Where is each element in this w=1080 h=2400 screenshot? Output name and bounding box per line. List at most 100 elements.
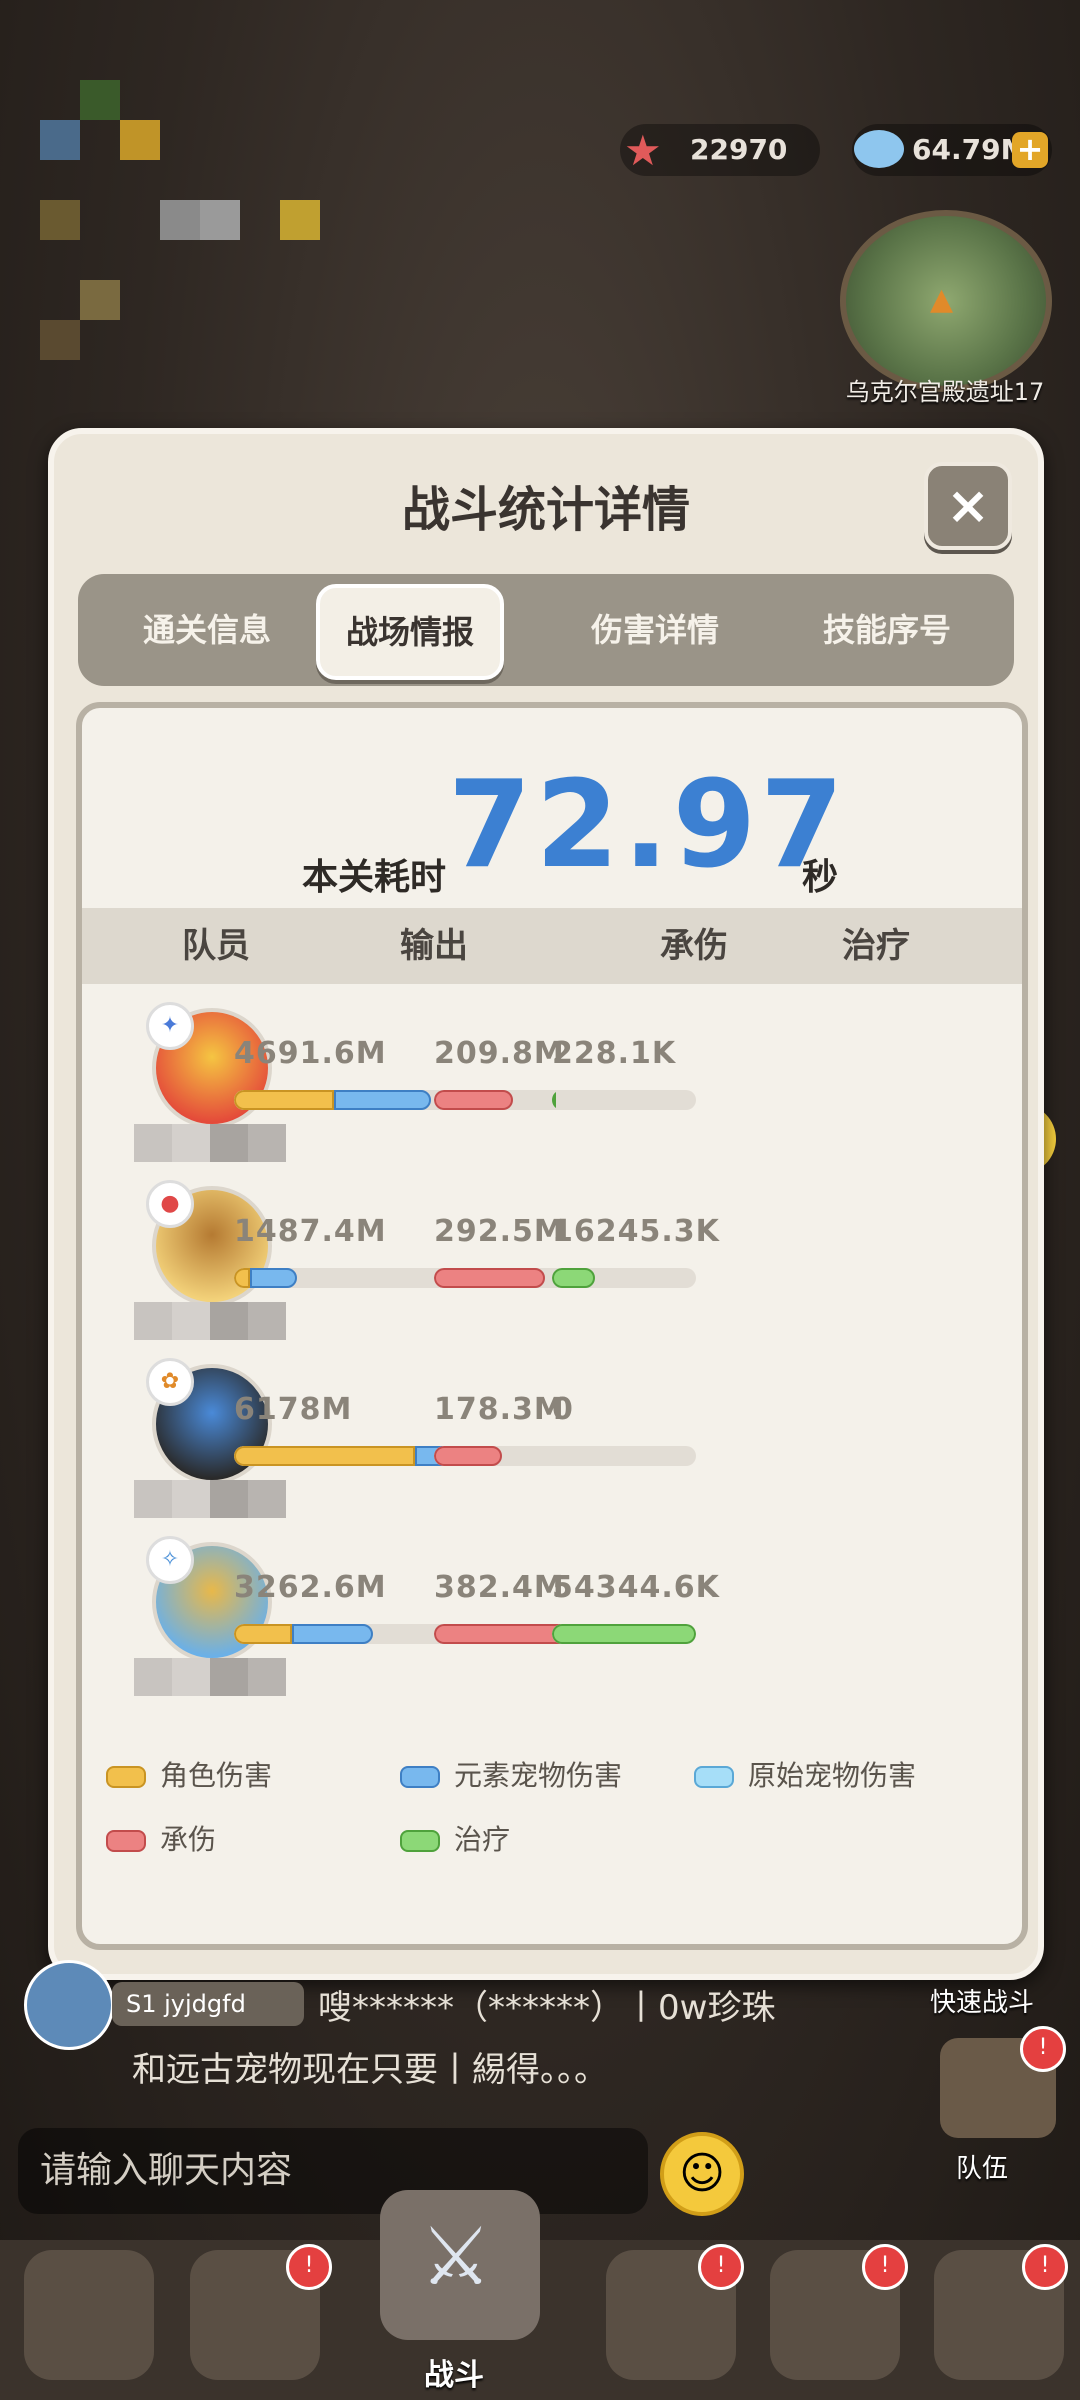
pixelated-member-name: [134, 1480, 286, 1518]
legend-element-pet-damage: 元素宠物伤害: [400, 1754, 622, 1794]
location-marker-icon: ▲: [930, 282, 954, 317]
legend-heal: 治疗: [400, 1818, 510, 1858]
output-value: 4691.6M: [234, 1036, 387, 1071]
heal-swatch: [400, 1830, 440, 1852]
output-value: 6178M: [234, 1392, 353, 1427]
emoji-button[interactable]: ☺: [660, 2132, 744, 2216]
tank-fill: [434, 1268, 545, 1288]
heal-fill: [552, 1090, 556, 1110]
tank-value: 209.8M: [434, 1036, 565, 1071]
tab-bar: 通关信息 战场情报 伤害详情 技能序号: [78, 574, 1014, 686]
heal-bar: [552, 1268, 696, 1288]
nav-item-more[interactable]: !: [934, 2244, 1068, 2380]
minimap[interactable]: ▲: [840, 210, 1052, 392]
nav-alert-badge: !: [1022, 2244, 1068, 2290]
heal-value: 0: [552, 1392, 574, 1427]
pixelated-member-name: [134, 1658, 286, 1696]
heal-value: 16245.3K: [552, 1214, 720, 1249]
starfish-icon: ★: [624, 126, 662, 175]
gem-count: 64.79M: [912, 133, 1029, 166]
starfish-count: 22970: [690, 133, 788, 166]
time-value: 72.97: [448, 756, 848, 895]
gem-currency: 64.79M +: [852, 124, 1052, 176]
element-badge-icon: ✦: [146, 1002, 194, 1050]
pixelated-member-name: [134, 1124, 286, 1162]
nav-item-character-1[interactable]: [24, 2250, 154, 2380]
element-badge-icon: ✿: [146, 1358, 194, 1406]
close-button[interactable]: ×: [924, 462, 1012, 550]
tank-swatch: [106, 1830, 146, 1852]
pixelated-member-name: [134, 1302, 286, 1340]
tank-value: 382.4M: [434, 1570, 565, 1605]
element-pet-swatch: [400, 1766, 440, 1788]
element-pet-damage-fill: [334, 1090, 431, 1110]
header-heal: 治疗: [842, 926, 910, 966]
heal-value: 228.1K: [552, 1036, 677, 1071]
team-alert-badge: !: [1020, 2026, 1066, 2072]
chat-user-tag[interactable]: S1 jyjdgfd: [112, 1982, 304, 2026]
time-label: 本关耗时: [302, 857, 447, 898]
pixelated-player-info: [40, 80, 360, 400]
chat-input[interactable]: 请输入聊天内容: [18, 2128, 648, 2214]
nav-item-character-2[interactable]: !: [190, 2244, 332, 2380]
output-value: 3262.6M: [234, 1570, 387, 1605]
tank-fill: [434, 1446, 502, 1466]
nav-alert-badge: !: [862, 2244, 908, 2290]
legend-tank: 承伤: [106, 1818, 216, 1858]
element-pet-damage-fill: [292, 1624, 373, 1644]
tank-value: 292.5M: [434, 1214, 565, 1249]
table-row: ✦ 4691.6M 209.8M 228.1K: [82, 998, 1022, 1176]
nav-item-shop[interactable]: !: [770, 2244, 908, 2380]
header-member: 队员: [182, 926, 250, 966]
primal-pet-swatch: [694, 1766, 734, 1788]
heal-value: 54344.6K: [552, 1570, 720, 1605]
char-damage-fill: [234, 1446, 415, 1466]
map-location-label: 乌克尔宫殿遗址17: [845, 378, 1045, 406]
close-icon: ×: [946, 476, 990, 536]
gem-icon: [854, 130, 904, 168]
table-row: ✿ 6178M 178.3M 0: [82, 1354, 1022, 1532]
legend-char-damage: 角色伤害: [106, 1754, 272, 1794]
tab-battle-intel[interactable]: 战场情报: [316, 584, 504, 680]
char-damage-fill: [234, 1268, 250, 1288]
member-rows: ✦ 4691.6M 209.8M 228.1K ● 1487.4M 292.5M…: [82, 998, 1022, 1718]
heal-fill: [552, 1268, 595, 1288]
nav-alert-badge: !: [698, 2244, 744, 2290]
char-damage-fill: [234, 1624, 292, 1644]
tank-value: 178.3M: [434, 1392, 565, 1427]
chat-message-line2: 和远古宠物现在只要丨緆得。。。: [132, 2050, 608, 2090]
dialog-title: 战斗统计详情: [401, 482, 690, 538]
battle-stats-dialog: 战斗统计详情 × 通关信息 战场情报 伤害详情 技能序号 本关耗时 72.97 …: [48, 428, 1044, 1980]
smiley-icon: ☺: [679, 2148, 725, 2199]
sword-icon: ⚔: [420, 2210, 492, 2303]
heal-fill: [552, 1624, 696, 1644]
element-badge-icon: ●: [146, 1180, 194, 1228]
nav-battle-label: 战斗: [424, 2358, 484, 2393]
time-unit: 秒: [802, 857, 839, 898]
table-row: ✧ 3262.6M 382.4M 54344.6K: [82, 1532, 1022, 1710]
bottom-nav: [0, 2240, 1080, 2400]
char-damage-swatch: [106, 1766, 146, 1788]
char-damage-fill: [234, 1090, 334, 1110]
nav-item-pets[interactable]: !: [606, 2244, 744, 2380]
legend-primal-pet-damage: 原始宠物伤害: [694, 1754, 916, 1794]
tank-fill: [434, 1090, 513, 1110]
tab-skill-order[interactable]: 技能序号: [782, 584, 992, 676]
element-pet-damage-fill: [250, 1268, 297, 1288]
nav-alert-badge: !: [286, 2244, 332, 2290]
element-badge-icon: ✧: [146, 1536, 194, 1584]
tab-clear-info[interactable]: 通关信息: [102, 584, 312, 676]
nav-item-battle[interactable]: ⚔: [380, 2190, 540, 2340]
starfish-currency: ★ 22970: [620, 124, 820, 176]
quick-battle-button[interactable]: 快速战斗: [930, 1982, 1034, 2019]
tab-damage-details[interactable]: 伤害详情: [550, 584, 760, 676]
table-header: 队员 输出 承伤 治疗: [82, 908, 1022, 984]
chat-user-avatar[interactable]: [24, 1960, 114, 2050]
team-label: 队伍: [956, 2154, 1009, 2184]
heal-bar: [552, 1624, 696, 1644]
chat-message-line1: 嗖******（******）丨0w珍珠: [318, 1988, 776, 2028]
header-tank: 承伤: [660, 926, 728, 966]
team-button[interactable]: !: [940, 2026, 1066, 2138]
add-gem-button[interactable]: +: [1012, 132, 1048, 168]
output-value: 1487.4M: [234, 1214, 387, 1249]
